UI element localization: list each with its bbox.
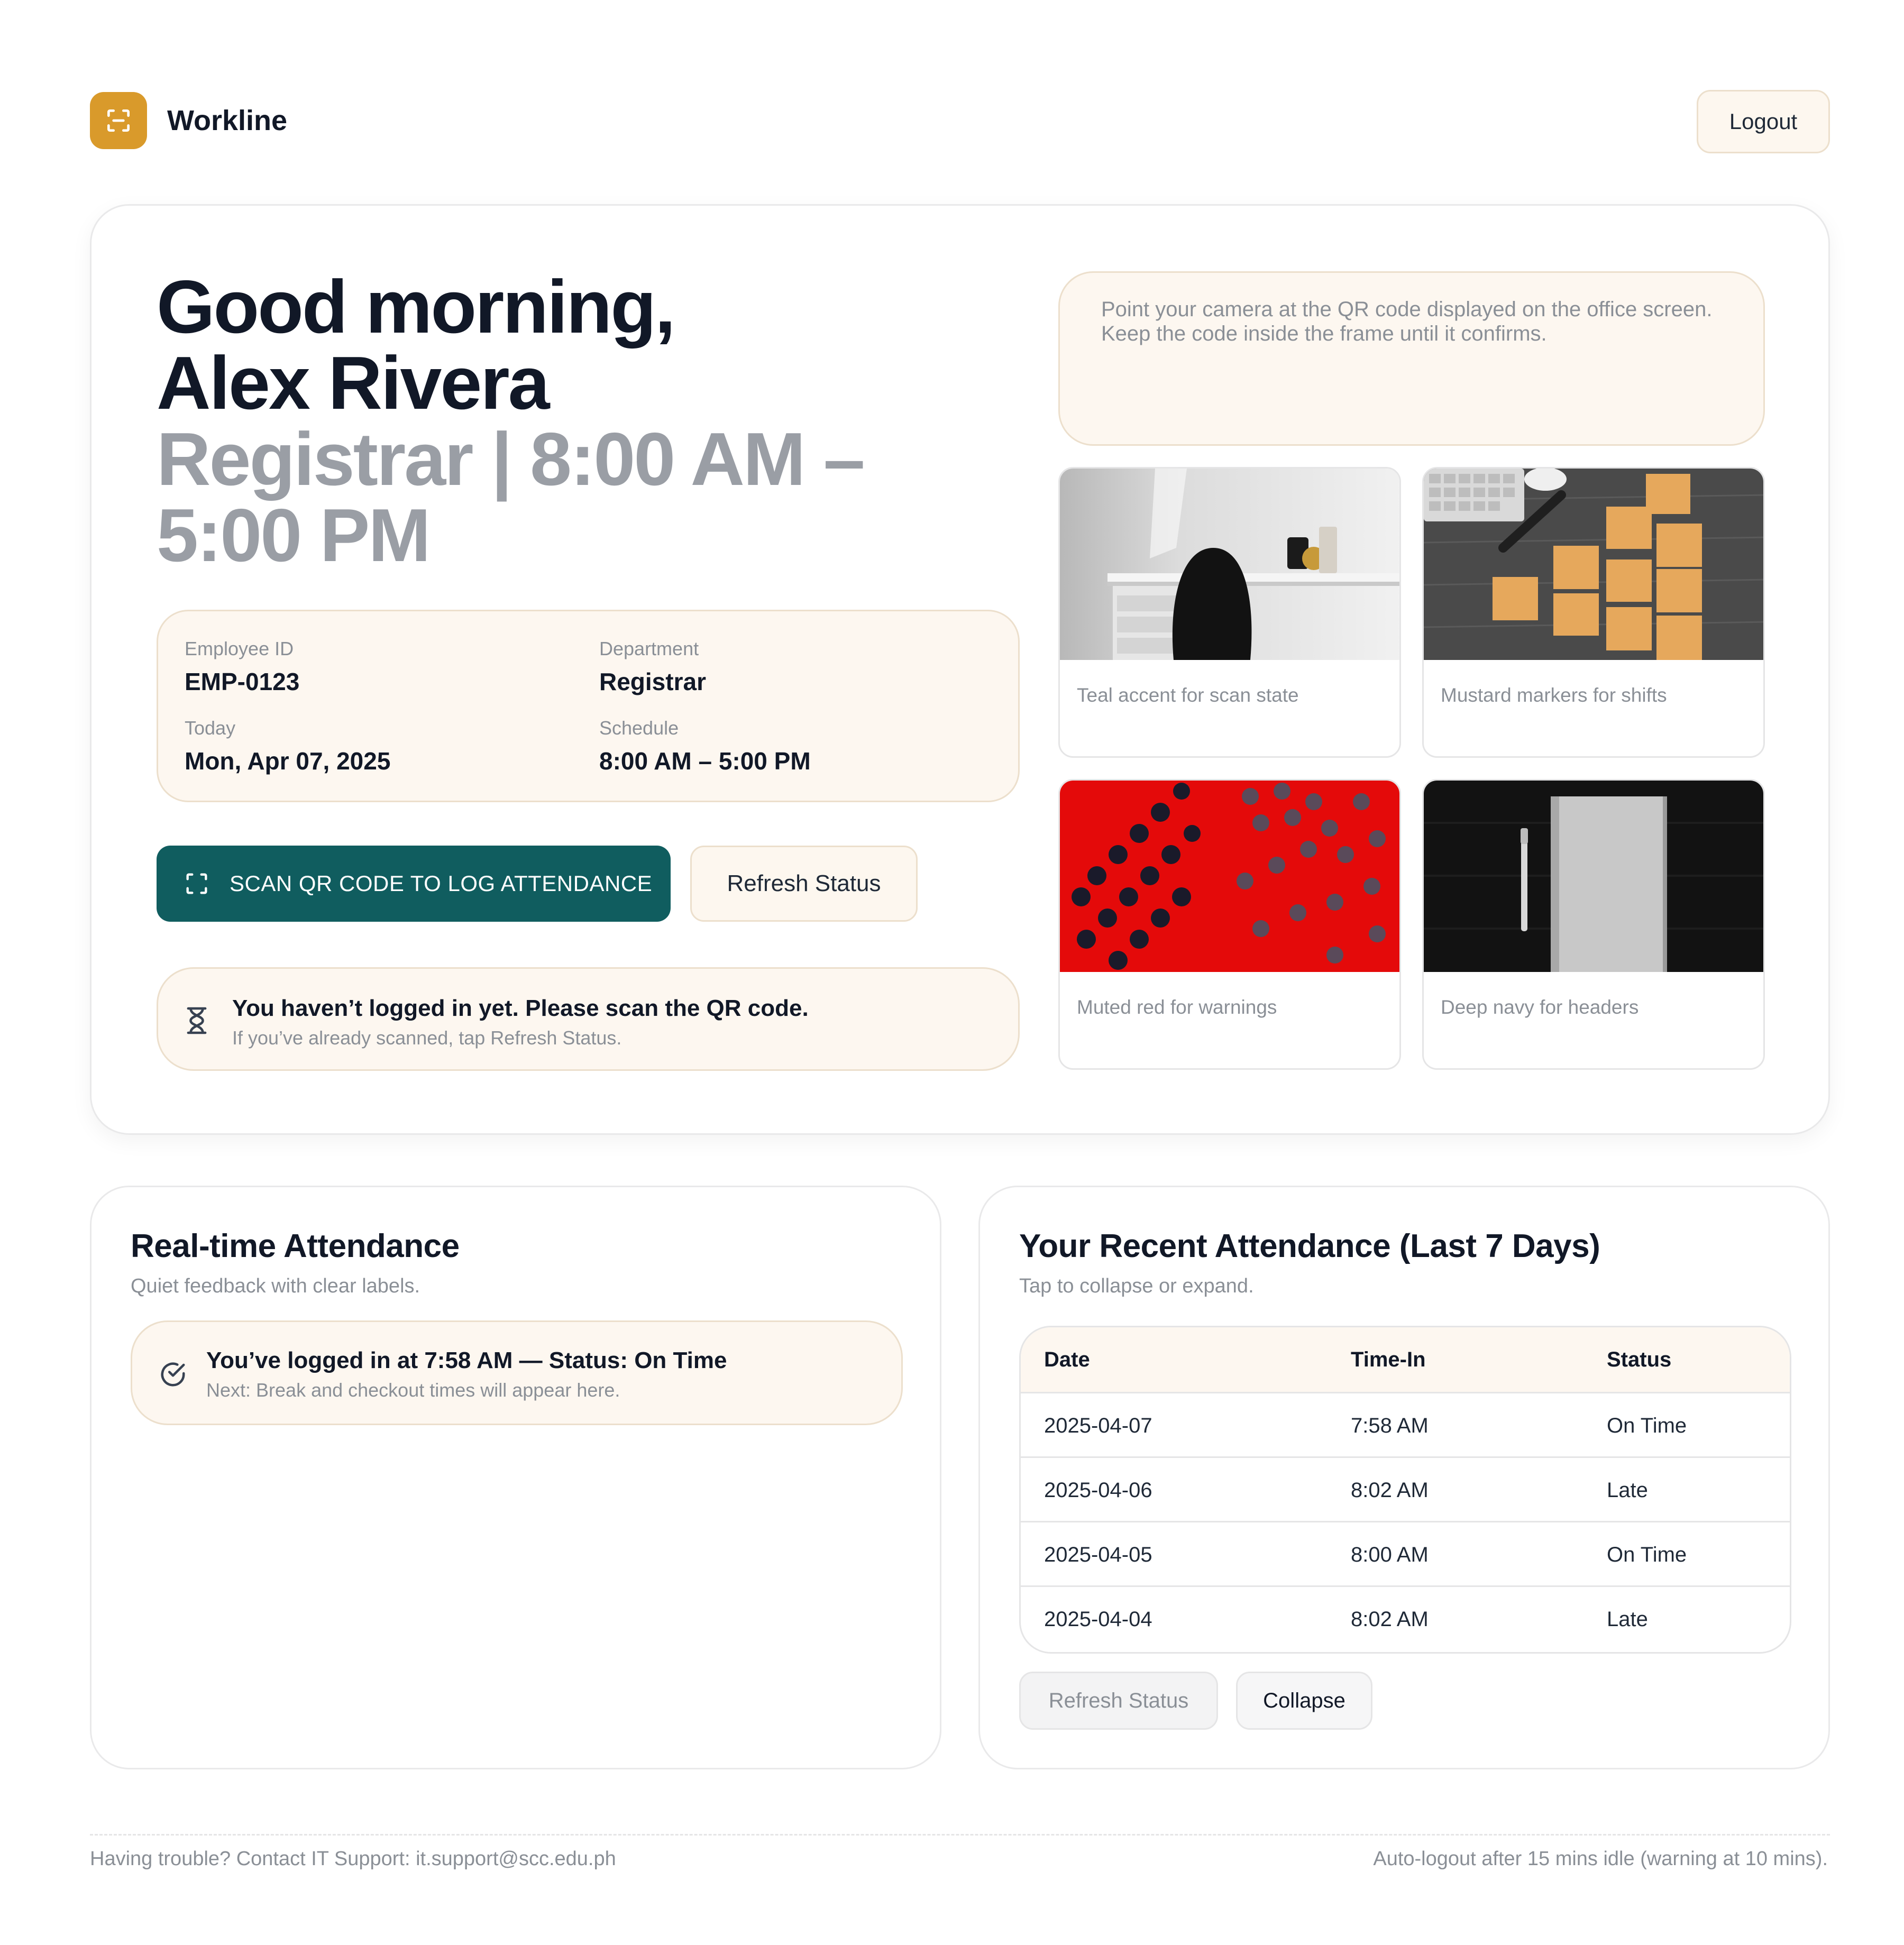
department-value: Registrar xyxy=(599,668,706,695)
realtime-status-message: You’ve logged in at 7:58 AM — Status: On… xyxy=(206,1347,727,1373)
recent-attendance-card: Your Recent Attendance (Last 7 Days) Tap… xyxy=(978,1186,1830,1769)
hourglass-icon xyxy=(185,1006,209,1038)
column-header-date: Date xyxy=(1044,1347,1090,1371)
greeting-text: Good morning, xyxy=(157,265,676,349)
scan-frame-icon xyxy=(90,92,147,149)
employee-id-value: EMP-0123 xyxy=(185,668,300,695)
tile-caption: Mustard markers for shifts xyxy=(1441,684,1667,706)
department-label: Department xyxy=(599,638,699,659)
schedule-value: 8:00 AM – 5:00 PM xyxy=(599,747,811,775)
role-schedule-line-1: Registrar | 8:00 AM – xyxy=(157,417,865,501)
employee-id-field: Employee ID EMP-0123 xyxy=(185,638,299,696)
refresh-status-button[interactable]: Refresh Status xyxy=(690,846,918,922)
realtime-status-hint: Next: Break and checkout times will appe… xyxy=(206,1379,620,1401)
auto-logout-notice: Auto-logout after 15 mins idle (warning … xyxy=(1373,1848,1828,1870)
page: Workline Logout Good morning, Alex River… xyxy=(0,0,1904,1945)
notebook-pen-image xyxy=(1424,781,1763,972)
cell-status: Late xyxy=(1607,1607,1648,1631)
login-notice: You haven’t logged in yet. Please scan t… xyxy=(157,967,1020,1071)
tile-caption: Muted red for warnings xyxy=(1077,996,1277,1018)
cell-date: 2025-04-06 xyxy=(1044,1478,1152,1502)
cell-date: 2025-04-05 xyxy=(1044,1543,1152,1566)
sticky-notes-image xyxy=(1424,469,1763,660)
today-value: Mon, Apr 07, 2025 xyxy=(185,747,391,775)
greeting-heading: Good morning, Alex Rivera Registrar | 8:… xyxy=(157,269,1003,574)
palette-tile-mustard: Mustard markers for shifts xyxy=(1422,467,1765,758)
hero-card: Good morning, Alex Rivera Registrar | 8:… xyxy=(90,204,1830,1135)
employee-id-label: Employee ID xyxy=(185,638,294,659)
today-label: Today xyxy=(185,717,236,739)
logout-button[interactable]: Logout xyxy=(1697,90,1830,153)
top-bar: Workline Logout xyxy=(90,90,1830,155)
scan-qr-button-label: SCAN QR CODE TO LOG ATTENDANCE xyxy=(230,871,653,896)
desk-chair-image xyxy=(1060,469,1399,660)
table-row: 2025-04-04 8:02 AM Late xyxy=(1021,1585,1790,1650)
realtime-title: Real-time Attendance xyxy=(131,1228,460,1264)
cell-status: On Time xyxy=(1607,1414,1687,1437)
schedule-field: Schedule 8:00 AM – 5:00 PM xyxy=(599,717,811,775)
palette-tile-red: Muted red for warnings xyxy=(1058,779,1401,1070)
red-perforated-image xyxy=(1060,781,1399,972)
schedule-label: Schedule xyxy=(599,717,679,739)
cell-time-in: 8:02 AM xyxy=(1351,1607,1429,1631)
role-schedule-line-2: 5:00 PM xyxy=(157,493,431,577)
table-header-row: Date Time-In Status xyxy=(1021,1327,1790,1392)
table-row: 2025-04-07 7:58 AM On Time xyxy=(1021,1392,1790,1456)
camera-instructions-line-1: Point your camera at the QR code display… xyxy=(1101,298,1713,321)
column-header-time-in: Time-In xyxy=(1351,1347,1426,1371)
department-field: Department Registrar xyxy=(599,638,706,696)
recent-subtitle: Tap to collapse or expand. xyxy=(1019,1275,1254,1297)
collapse-button[interactable]: Collapse xyxy=(1236,1672,1372,1730)
scan-frame-icon xyxy=(183,870,210,897)
user-name: Alex Rivera xyxy=(157,341,550,425)
check-circle-icon xyxy=(159,1360,187,1391)
tile-caption: Teal accent for scan state xyxy=(1077,684,1299,706)
column-header-status: Status xyxy=(1607,1347,1672,1371)
cell-status: On Time xyxy=(1607,1543,1687,1566)
cell-time-in: 8:02 AM xyxy=(1351,1478,1429,1502)
camera-instructions: Point your camera at the QR code display… xyxy=(1058,271,1765,446)
cell-date: 2025-04-04 xyxy=(1044,1607,1152,1631)
brand[interactable]: Workline xyxy=(90,92,287,149)
palette-tile-teal: Teal accent for scan state xyxy=(1058,467,1401,758)
table-row: 2025-04-06 8:02 AM Late xyxy=(1021,1456,1790,1521)
realtime-status-box: You’ve logged in at 7:58 AM — Status: On… xyxy=(131,1320,903,1425)
scan-qr-button[interactable]: SCAN QR CODE TO LOG ATTENDANCE xyxy=(157,846,671,922)
support-contact[interactable]: Having trouble? Contact IT Support: it.s… xyxy=(90,1848,616,1870)
table-row: 2025-04-05 8:00 AM On Time xyxy=(1021,1521,1790,1585)
tile-caption: Deep navy for headers xyxy=(1441,996,1639,1018)
app-name: Workline xyxy=(167,105,288,136)
cell-status: Late xyxy=(1607,1478,1648,1502)
notice-hint: If you’ve already scanned, tap Refresh S… xyxy=(232,1027,622,1049)
refresh-status-button-secondary[interactable]: Refresh Status xyxy=(1019,1672,1218,1730)
attendance-table: Date Time-In Status 2025-04-07 7:58 AM O… xyxy=(1019,1326,1791,1654)
cell-time-in: 8:00 AM xyxy=(1351,1543,1429,1566)
palette-tile-navy: Deep navy for headers xyxy=(1422,779,1765,1070)
cell-time-in: 7:58 AM xyxy=(1351,1414,1429,1437)
today-field: Today Mon, Apr 07, 2025 xyxy=(185,717,390,775)
realtime-attendance-card: Real-time Attendance Quiet feedback with… xyxy=(90,1186,941,1769)
footer-divider xyxy=(90,1834,1830,1836)
camera-instructions-line-2: Keep the code inside the frame until it … xyxy=(1101,322,1547,345)
employee-info-box: Employee ID EMP-0123 Department Registra… xyxy=(157,610,1020,802)
cell-date: 2025-04-07 xyxy=(1044,1414,1152,1437)
recent-title[interactable]: Your Recent Attendance (Last 7 Days) xyxy=(1019,1227,1600,1265)
realtime-subtitle: Quiet feedback with clear labels. xyxy=(131,1275,420,1297)
notice-message: You haven’t logged in yet. Please scan t… xyxy=(232,995,809,1021)
